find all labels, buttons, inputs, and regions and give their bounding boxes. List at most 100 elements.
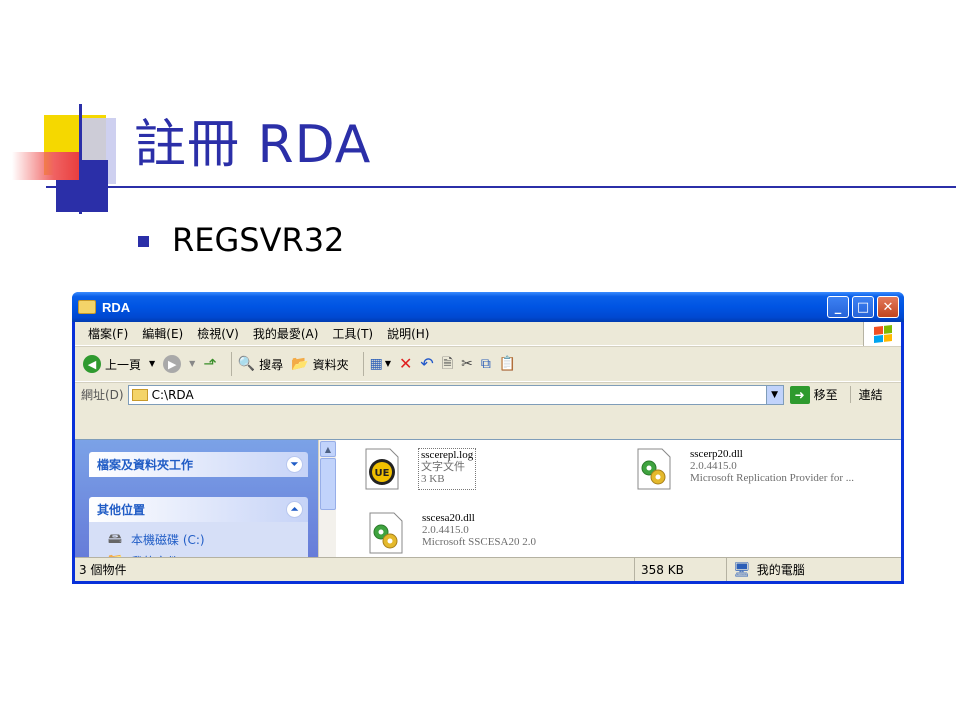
status-location-label: 我的電腦	[756, 563, 805, 577]
search-label: 搜尋	[259, 357, 284, 372]
menu-file[interactable]: 檔案(F)	[81, 325, 135, 342]
task-section-file-tasks[interactable]: 檔案及資料夾工作 ⏷	[89, 452, 308, 477]
paste-icon: 📋	[498, 356, 517, 372]
file-item[interactable]: sscesa20.dll 2.0.4415.0 Microsoft SSCESA…	[368, 512, 536, 554]
file-description: Microsoft SSCESA20 2.0	[422, 536, 536, 548]
go-arrow-icon: ➜	[789, 385, 810, 404]
properties-button[interactable]: 🗎	[442, 357, 453, 371]
drive-icon: 🖴	[107, 531, 123, 547]
file-meta: sscesa20.dll 2.0.4415.0 Microsoft SSCESA…	[422, 512, 536, 554]
undo-button[interactable]: ↶	[420, 356, 433, 372]
back-label: 上一頁	[105, 357, 142, 372]
cut-icon: ✂	[461, 356, 473, 372]
windows-logo-icon	[863, 322, 901, 346]
status-count: 3 個物件	[75, 558, 635, 581]
address-bar: 網址(D) C:\RDA ▼ ➜ 移至 連結	[75, 382, 901, 406]
decor-vertical-line	[79, 104, 82, 214]
minimize-button[interactable]: _	[827, 296, 849, 318]
file-item[interactable]: UE sscerepl.log 文字文件 3 KB	[364, 448, 477, 490]
scroll-thumb[interactable]	[320, 458, 336, 510]
task-section-title: 檔案及資料夾工作	[97, 458, 194, 472]
dll-icon	[636, 448, 672, 490]
forward-arrow-icon: ▶	[163, 355, 182, 373]
place-label: 本機磁碟 (C:)	[131, 532, 205, 547]
search-button[interactable]: 🔍 搜尋	[238, 356, 283, 373]
explorer-window: RDA _ □ ✕ 檔案(F) 編輯(E) 檢視(V) 我的最愛(A) 工具(T…	[72, 292, 904, 584]
bullet-marker	[138, 236, 149, 247]
file-name: sscerepl.log	[421, 449, 474, 461]
go-label: 移至	[813, 388, 838, 402]
menu-help[interactable]: 說明(H)	[380, 325, 436, 342]
close-button[interactable]: ✕	[877, 296, 899, 318]
go-button[interactable]: ➜ 移至	[789, 385, 838, 404]
file-item[interactable]: sscerp20.dll 2.0.4415.0 Microsoft Replic…	[636, 448, 854, 490]
copy-button[interactable]: ⧉	[481, 357, 491, 371]
chevron-down-icon: ▼	[189, 359, 196, 368]
views-button[interactable]: ▦ ▼	[370, 357, 391, 371]
delete-button[interactable]: ✕	[399, 356, 412, 372]
folder-up-icon: ⬏	[203, 354, 217, 373]
menu-edit[interactable]: 編輯(E)	[135, 325, 190, 342]
task-section-other-places[interactable]: 其他位置 ⏶	[89, 497, 308, 522]
toolbar-divider	[230, 352, 232, 376]
file-name: sscesa20.dll	[422, 512, 475, 524]
back-arrow-icon: ◀	[83, 355, 101, 373]
search-icon: 🔍	[237, 356, 256, 372]
status-location: 🖥 我的電腦	[727, 558, 901, 581]
cut-button[interactable]: ✂	[461, 357, 473, 371]
menu-bar: 檔案(F) 編輯(E) 檢視(V) 我的最愛(A) 工具(T) 說明(H)	[75, 322, 901, 346]
properties-icon: 🗎	[441, 356, 454, 372]
slide-title: 註冊 RDA	[134, 115, 372, 175]
maximize-button[interactable]: □	[852, 296, 874, 318]
toolbar-divider	[362, 352, 364, 376]
menu-view[interactable]: 檢視(V)	[190, 325, 246, 342]
delete-icon: ✕	[399, 354, 413, 373]
address-label: 網址(D)	[81, 388, 124, 402]
forward-button[interactable]: ▶ ▼	[163, 355, 195, 373]
window-body: 檔案(F) 編輯(E) 檢視(V) 我的最愛(A) 工具(T) 說明(H) ◀ …	[75, 322, 901, 581]
file-meta: sscerepl.log 文字文件 3 KB	[418, 448, 477, 490]
file-version: 2.0.4415.0	[690, 460, 737, 472]
chevron-down-icon: ▼	[149, 359, 156, 368]
window-title: RDA	[102, 299, 131, 315]
copy-icon: ⧉	[480, 356, 491, 372]
my-computer-icon: 🖥	[733, 561, 751, 578]
toolbar: ◀ 上一頁 ▼ ▶ ▼ ⬏ 🔍 搜尋 📂 資料夾 ▦ ▼ ✕ ↶ 🗎 ✂ ⧉ 📋	[75, 346, 901, 382]
chevron-down-icon: ▼	[384, 359, 391, 368]
svg-text:UE: UE	[375, 468, 390, 479]
bullet-text: REGSVR32	[172, 221, 345, 259]
menu-favorites[interactable]: 我的最愛(A)	[246, 325, 326, 342]
file-size: 3 KB	[421, 473, 445, 485]
undo-icon: ↶	[420, 354, 434, 373]
file-meta: sscerp20.dll 2.0.4415.0 Microsoft Replic…	[690, 448, 854, 490]
back-button[interactable]: ◀ 上一頁 ▼	[83, 355, 155, 373]
file-name: sscerp20.dll	[690, 448, 743, 460]
folder-icon	[131, 388, 148, 401]
menu-tools[interactable]: 工具(T)	[325, 325, 380, 342]
links-button[interactable]: 連結	[849, 386, 883, 403]
chevron-down-icon[interactable]: ▼	[765, 385, 783, 404]
folder-icon	[78, 300, 96, 314]
status-bar: 3 個物件 358 KB 🖥 我的電腦	[75, 557, 901, 581]
chevron-down-icon[interactable]: ⏷	[286, 456, 303, 473]
folders-label: 資料夾	[312, 357, 349, 372]
title-underline	[46, 186, 956, 188]
folders-icon: 📂	[291, 356, 309, 372]
scroll-up-icon[interactable]: ▲	[320, 441, 336, 457]
status-size: 358 KB	[635, 558, 727, 581]
chevron-up-icon[interactable]: ⏶	[286, 501, 303, 518]
dll-icon	[368, 512, 404, 554]
folders-button[interactable]: 📂 資料夾	[291, 356, 348, 373]
decor-red-bar	[12, 152, 82, 180]
title-bar[interactable]: RDA _ □ ✕	[72, 292, 904, 322]
place-local-disk[interactable]: 🖴 本機磁碟 (C:)	[105, 528, 308, 550]
file-version: 2.0.4415.0	[422, 524, 469, 536]
up-button[interactable]: ⬏	[203, 356, 216, 372]
address-value: C:\RDA	[151, 387, 194, 402]
file-type: 文字文件	[421, 461, 465, 473]
ultraedit-icon: UE	[364, 448, 400, 490]
address-input[interactable]: C:\RDA ▼	[127, 384, 784, 405]
views-icon: ▦	[369, 356, 383, 372]
paste-button[interactable]: 📋	[499, 357, 516, 371]
task-section-title: 其他位置	[97, 503, 146, 517]
